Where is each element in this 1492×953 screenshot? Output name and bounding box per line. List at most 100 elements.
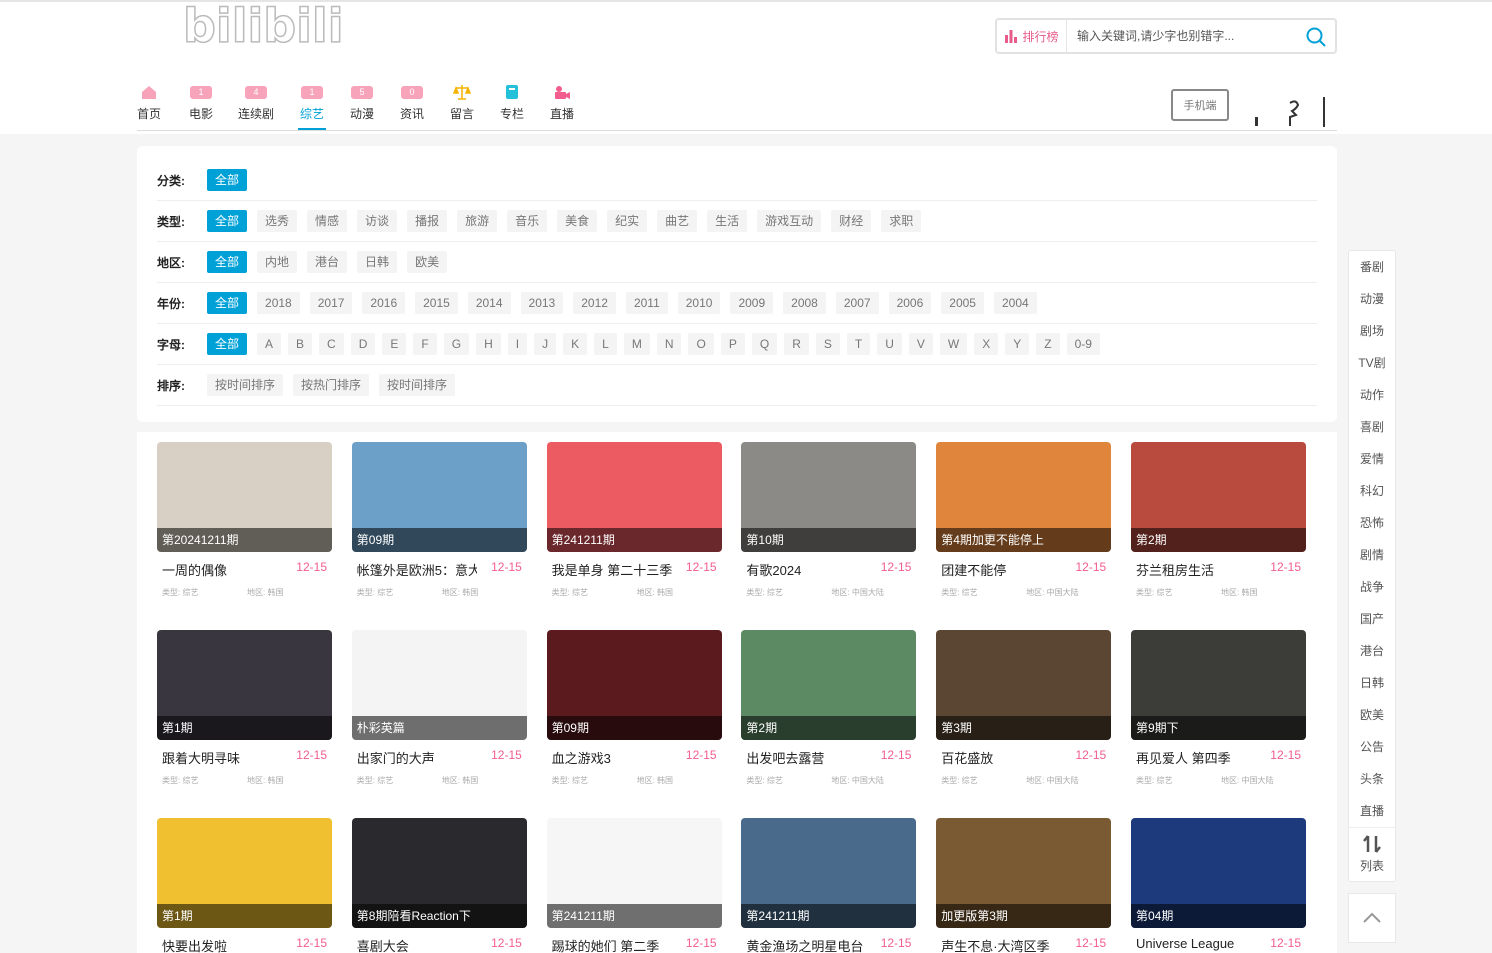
sidebar-item[interactable]: 国产 [1349, 603, 1395, 635]
filter-option[interactable]: 全部 [207, 210, 248, 232]
video-title[interactable]: 一周的偶像 [162, 560, 282, 579]
video-title[interactable]: 有歌2024 [746, 560, 866, 579]
list-view-button[interactable]: 列表 [1349, 827, 1395, 881]
sidebar-item[interactable]: 剧场 [1349, 315, 1395, 347]
sidebar-item[interactable]: 头条 [1349, 763, 1395, 795]
filter-option[interactable]: E [382, 333, 407, 355]
sidebar-item[interactable]: 公告 [1349, 731, 1395, 763]
sidebar-item[interactable]: 直播 [1349, 795, 1395, 827]
filter-option[interactable]: 2014 [467, 292, 511, 314]
filter-option[interactable]: 按时间排序 [207, 374, 284, 396]
filter-option[interactable]: 2008 [783, 292, 826, 314]
nav-item-5[interactable]: 0 资讯 [400, 82, 424, 122]
video-card[interactable]: 第09期帐篷外是欧洲5：意大利篇 12-15 类型: 综艺 地区: 韩国 [351, 442, 527, 612]
nav-item-6[interactable]: 留言 [450, 82, 474, 122]
video-thumbnail[interactable]: 第2期 [1131, 442, 1306, 552]
filter-option[interactable]: 港台 [307, 251, 348, 273]
filter-option[interactable]: 全部 [207, 292, 248, 314]
filter-option[interactable]: D [350, 333, 376, 355]
sidebar-item[interactable]: 动漫 [1349, 283, 1395, 315]
sidebar-item[interactable]: TV剧 [1349, 347, 1395, 379]
filter-option[interactable]: Q [751, 333, 778, 355]
video-thumbnail[interactable]: 第1期 [157, 818, 332, 928]
video-card[interactable]: 第20241211期 一周的偶像 12-15 类型: 综艺 地区: 韩国 [157, 442, 332, 612]
filter-option[interactable]: 曲艺 [657, 210, 698, 232]
video-card[interactable]: 第8期陪看Reaction下喜剧大会12-15类型: 综艺地区: 中国大陆 [351, 818, 527, 953]
video-card[interactable]: 第2期 芬兰租房生活 12-15 类型: 综艺 地区: 韩国 [1131, 442, 1306, 612]
filter-option[interactable]: M [623, 333, 650, 355]
filter-option[interactable]: 0-9 [1066, 333, 1100, 355]
filter-option[interactable]: 财经 [831, 210, 872, 232]
video-title[interactable]: 声生不息·大湾区季 [941, 936, 1061, 953]
bilibili-logo[interactable]: bilibili [183, 0, 363, 50]
filter-option[interactable]: P [720, 333, 745, 355]
video-title[interactable]: 团建不能停 [941, 560, 1061, 579]
filter-option[interactable]: O [688, 333, 714, 355]
video-thumbnail[interactable]: 第09期 [351, 442, 527, 552]
filter-option[interactable]: 美食 [557, 210, 598, 232]
video-title[interactable]: 百花盛放 [941, 748, 1061, 767]
video-title[interactable]: 芬兰租房生活 [1136, 560, 1256, 579]
video-thumbnail[interactable]: 第3期 [936, 630, 1112, 740]
filter-option[interactable]: 生活 [707, 210, 748, 232]
filter-option[interactable]: T [846, 333, 871, 355]
filter-option[interactable]: 按时间排序 [379, 374, 456, 396]
filter-option[interactable]: 内地 [257, 251, 298, 273]
video-thumbnail[interactable]: 第8期陪看Reaction下 [351, 818, 527, 928]
video-title[interactable]: 出发吧去露营 [746, 748, 866, 767]
filter-option[interactable]: 2006 [888, 292, 932, 314]
video-card[interactable]: 第2期 出发吧去露营 12-15 类型: 综艺 地区: 中国大陆 [741, 630, 917, 800]
filter-option[interactable]: 求职 [881, 210, 922, 232]
filter-option[interactable]: G [443, 333, 470, 355]
video-thumbnail[interactable]: 第04期 [1131, 818, 1306, 928]
video-card[interactable]: 第241211期黄金渔场之明星电台12-15类型: 综艺地区: 韩国 [741, 818, 917, 953]
video-card[interactable]: 第04期Universe League12-15类型: 综艺地区: 韩国 [1131, 818, 1306, 953]
sidebar-item[interactable]: 喜剧 [1349, 411, 1395, 443]
video-thumbnail[interactable]: 第09期 [546, 630, 722, 740]
video-card[interactable]: 加更版第3期声生不息·大湾区季12-15类型: 综艺地区: 中国大陆 [936, 818, 1112, 953]
filter-option[interactable]: 2011 [625, 292, 668, 314]
filter-option[interactable]: C [319, 333, 344, 355]
video-thumbnail[interactable]: 朴彩英篇 [351, 630, 527, 740]
sidebar-item[interactable]: 日韩 [1349, 667, 1395, 699]
back-to-top-button[interactable] [1348, 893, 1396, 943]
video-title[interactable]: 再见爱人 第四季 [1136, 748, 1256, 767]
video-thumbnail[interactable]: 第241211期 [546, 818, 722, 928]
filter-option[interactable]: 2015 [415, 292, 458, 314]
filter-option[interactable]: 2016 [362, 292, 406, 314]
video-thumbnail[interactable]: 第20241211期 [157, 442, 332, 552]
video-card[interactable]: 第4期加更不能停上 团建不能停 12-15 类型: 综艺 地区: 中国大陆 [936, 442, 1112, 612]
nav-item-0[interactable]: 首页 [137, 82, 161, 122]
filter-option[interactable]: X [974, 333, 999, 355]
filter-option[interactable]: 选秀 [257, 210, 298, 232]
filter-option[interactable]: A [257, 333, 282, 355]
video-title[interactable]: 踢球的她们 第二季 [552, 936, 672, 953]
video-title[interactable]: 帐篷外是欧洲5：意大利篇 [357, 560, 477, 579]
filter-option[interactable]: N [656, 333, 682, 355]
nav-item-4[interactable]: 5 动漫 [350, 82, 374, 122]
video-thumbnail[interactable]: 第241211期 [546, 442, 722, 552]
video-title[interactable]: 出家门的大声 [357, 748, 477, 767]
sidebar-item[interactable]: 番剧 [1349, 251, 1395, 283]
video-title[interactable]: 血之游戏3 [552, 748, 672, 767]
filter-option[interactable]: 游戏互动 [757, 210, 822, 232]
nav-item-3[interactable]: 1 综艺 [297, 82, 327, 130]
filter-option[interactable]: 2017 [309, 292, 353, 314]
video-card[interactable]: 第1期 跟着大明寻味 12-15 类型: 综艺 地区: 韩国 [157, 630, 332, 800]
filter-option[interactable]: U [877, 333, 902, 355]
video-card[interactable]: 第10期 有歌2024 12-15 类型: 综艺 地区: 中国大陆 [741, 442, 917, 612]
filter-option[interactable]: 2004 [993, 292, 1037, 314]
video-thumbnail[interactable]: 第4期加更不能停上 [936, 442, 1112, 552]
filter-option[interactable]: 按热门排序 [293, 374, 370, 396]
filter-option[interactable]: K [563, 333, 588, 355]
sidebar-item[interactable]: 港台 [1349, 635, 1395, 667]
video-title[interactable]: Universe League [1136, 936, 1256, 951]
sidebar-item[interactable]: 爱情 [1349, 443, 1395, 475]
filter-option[interactable]: H [476, 333, 501, 355]
video-card[interactable]: 第241211期 我是单身 第二十三季 12-15 类型: 综艺 地区: 韩国 [546, 442, 722, 612]
filter-option[interactable]: W [939, 333, 968, 355]
filter-option[interactable]: J [534, 333, 557, 355]
filter-option[interactable]: 旅游 [457, 210, 498, 232]
video-card[interactable]: 第9期下 再见爱人 第四季 12-15 类型: 综艺 地区: 中国大陆 [1131, 630, 1306, 800]
nav-item-8[interactable]: 直播 [550, 82, 574, 122]
